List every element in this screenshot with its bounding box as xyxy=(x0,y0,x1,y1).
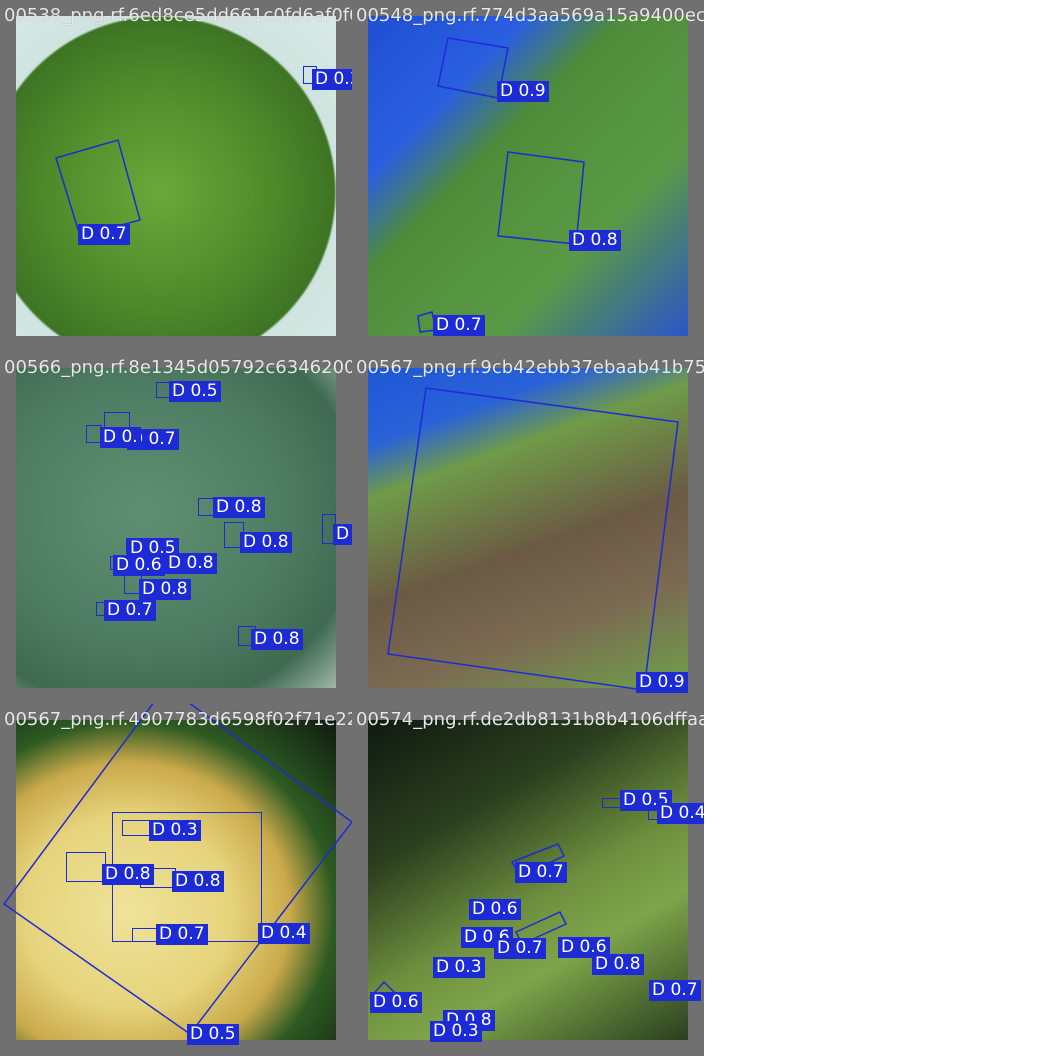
detection-label: D 0.4 xyxy=(258,923,310,944)
detection-label: D 0.8 xyxy=(165,553,217,574)
detection-label: D 0.9 xyxy=(497,81,549,102)
detection-label: D 0.7 xyxy=(433,315,485,336)
detection-label: D 0.3 xyxy=(433,957,485,978)
detection-box xyxy=(122,820,152,836)
rotated-box xyxy=(55,139,141,237)
detection-label: D 0.8 xyxy=(592,954,644,975)
detection-label: D 0.5 xyxy=(169,381,221,402)
detection-label: D 0.4 xyxy=(657,803,704,824)
rotated-box xyxy=(387,387,679,691)
detection-label: D 0.8 xyxy=(569,230,621,251)
detection-label: D 0. xyxy=(100,427,141,448)
detection-label: D 0.8 xyxy=(251,629,303,650)
tile-filename: 00567_png.rf.4907783d6598f02f71e2257f450 xyxy=(4,709,352,730)
tile-filename: 00548_png.rf.774d3aa569a15a9400ec04ac3f4 xyxy=(356,5,704,26)
detection-label: D 0.6 xyxy=(370,992,422,1013)
tile-filename: 00574_png.rf.de2db8131b8b4106dffaa07fcb4 xyxy=(356,709,704,730)
image-tile-4: 00567_png.rf.9cb42ebb37ebaab41b750043928… xyxy=(352,352,704,704)
tile-filename: 00566_png.rf.8e1345d05792c6346200567_981 xyxy=(4,357,352,378)
detection-label: D 0.8 xyxy=(240,532,292,553)
detection-box xyxy=(66,852,106,882)
detection-label: D 0.8 xyxy=(139,579,191,600)
rotated-box xyxy=(417,37,585,333)
detection-label: D 0.7 xyxy=(156,924,208,945)
detection-label: D 0.3 xyxy=(430,1021,482,1042)
detection-label: D 0.6 xyxy=(113,555,165,576)
detection-label: D 0.8 xyxy=(172,871,224,892)
tile-filename: 00567_png.rf.9cb42ebb37ebaab41b750043928 xyxy=(356,357,704,378)
image-tile-5: 00567_png.rf.4907783d6598f02f71e2257f450… xyxy=(0,704,352,1056)
detection-label: D 0.8 xyxy=(213,497,265,518)
detection-label: D 0.3 xyxy=(149,820,201,841)
detection-label: D 0.6 xyxy=(469,899,521,920)
detection-label: D 0.7 xyxy=(494,938,546,959)
tile-filename: 00538_png.rf.6ed8ce5dd661c0fd6af0f05f8 xyxy=(4,5,352,26)
detection-label: D 0.3 xyxy=(312,69,352,90)
detection-label: D 0.7 xyxy=(78,224,130,245)
detection-label: D 0.7 xyxy=(515,862,567,883)
detection-label: D 0.3 xyxy=(333,524,352,545)
image-tile-2: 00548_png.rf.774d3aa569a15a9400ec04ac3f4… xyxy=(352,0,704,352)
detection-label: D 0.7 xyxy=(104,600,156,621)
image-tile-3: 00566_png.rf.8e1345d05792c6346200567_981… xyxy=(0,352,352,704)
detection-label: D 0.9 xyxy=(636,672,688,693)
detection-label: D 0.5 xyxy=(187,1024,239,1045)
detection-label: D 0.8 xyxy=(102,864,154,885)
image-tile-6: 00574_png.rf.de2db8131b8b4106dffaa07fcb4… xyxy=(352,704,704,1056)
image-tile-1: 00538_png.rf.6ed8ce5dd661c0fd6af0f05f8 D… xyxy=(0,0,352,352)
detection-label: D 0.7 xyxy=(649,980,701,1001)
